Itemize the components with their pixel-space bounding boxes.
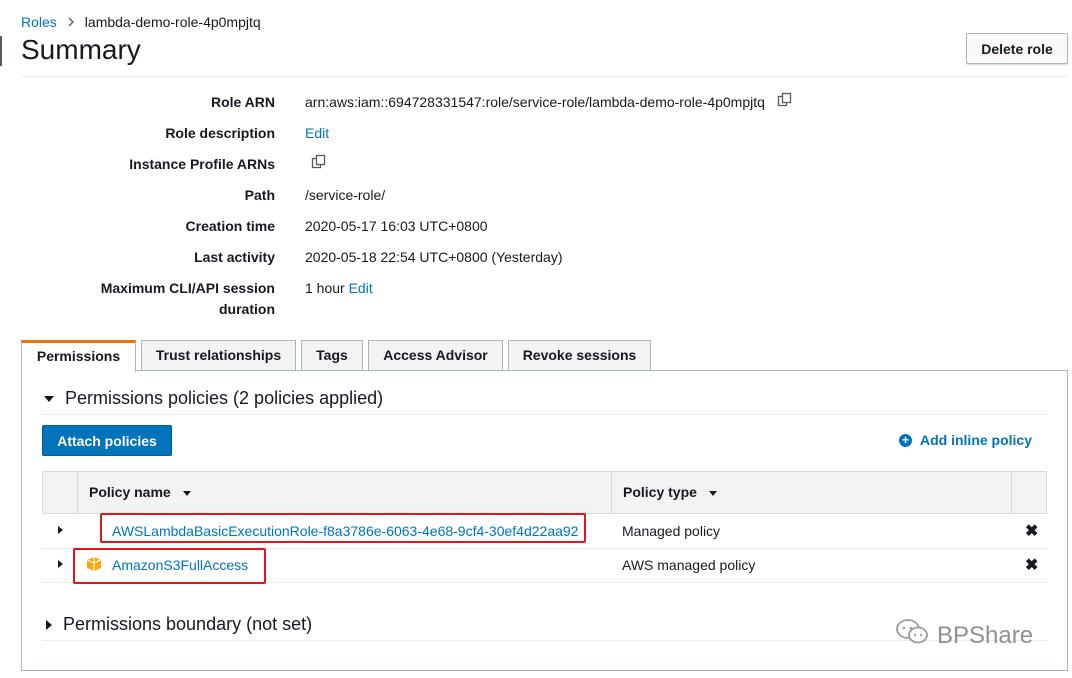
page-title: Summary xyxy=(21,34,141,65)
path-label: Path xyxy=(244,187,275,203)
max-session-value: 1 hour xyxy=(305,280,345,296)
max-session-label-line1: Maximum CLI/API session xyxy=(100,280,275,296)
max-session-label: Maximum CLI/API session duration xyxy=(101,278,275,320)
highlight-box xyxy=(73,548,266,584)
watermark: BPShare xyxy=(895,618,1033,653)
path-value: /service-role/ xyxy=(305,187,386,203)
caret-down-icon xyxy=(44,395,54,402)
column-policy-type[interactable]: Policy type xyxy=(623,472,717,513)
column-divider xyxy=(611,472,612,513)
max-session-value-wrap: 1 hour Edit xyxy=(305,278,373,299)
expand-row-icon[interactable] xyxy=(58,560,63,568)
tab-trust-relationships[interactable]: Trust relationships xyxy=(141,340,296,371)
attach-policies-button[interactable]: Attach policies xyxy=(42,425,172,456)
permissions-boundary-header[interactable]: Permissions boundary (not set) xyxy=(46,614,312,635)
add-inline-policy-label: Add inline policy xyxy=(920,432,1033,448)
divider xyxy=(42,414,1047,415)
permissions-policies-title: Permissions policies (2 policies applied… xyxy=(65,388,384,408)
copy-icon[interactable] xyxy=(777,92,793,114)
delete-role-button[interactable]: Delete role xyxy=(966,33,1068,64)
divider xyxy=(21,76,1068,77)
role-arn-value-wrap: arn:aws:iam::694728331547:role/service-r… xyxy=(305,92,793,114)
permissions-boundary-title: Permissions boundary (not set) xyxy=(63,614,313,634)
chevron-right-icon xyxy=(68,14,75,30)
breadcrumb-current: lambda-demo-role-4p0mpjtq xyxy=(84,14,261,30)
tab-access-advisor[interactable]: Access Advisor xyxy=(368,340,503,371)
caret-right-icon xyxy=(46,619,52,630)
sort-caret-icon xyxy=(708,490,717,496)
table-header: Policy name Policy type xyxy=(42,471,1047,514)
last-activity-label: Last activity xyxy=(194,249,275,265)
instance-profile-value xyxy=(303,154,327,176)
creation-time-value: 2020-05-17 16:03 UTC+0800 xyxy=(305,218,488,234)
role-description-label: Role description xyxy=(165,125,275,141)
breadcrumb: Roles lambda-demo-role-4p0mpjtq xyxy=(21,14,261,30)
remove-policy-icon[interactable]: ✖ xyxy=(1025,555,1038,575)
role-arn-value: arn:aws:iam::694728331547:role/service-r… xyxy=(305,94,765,110)
column-policy-type-label: Policy type xyxy=(623,484,697,500)
highlight-box xyxy=(100,513,586,543)
breadcrumb-roles-link[interactable]: Roles xyxy=(21,14,57,30)
add-inline-policy-link[interactable]: + Add inline policy xyxy=(899,432,1032,448)
edit-description-link[interactable]: Edit xyxy=(305,125,329,141)
creation-time-label: Creation time xyxy=(185,218,275,234)
column-policy-name-label: Policy name xyxy=(89,484,171,500)
plus-circle-icon: + xyxy=(899,433,912,447)
column-divider xyxy=(1011,472,1012,513)
instance-profile-label: Instance Profile ARNs xyxy=(129,156,275,172)
tab-tags[interactable]: Tags xyxy=(301,340,363,371)
max-session-label-line2: duration xyxy=(219,301,275,317)
last-activity-value: 2020-05-18 22:54 UTC+0800 (Yesterday) xyxy=(305,249,563,265)
column-divider xyxy=(77,472,78,513)
expand-row-icon[interactable] xyxy=(58,526,63,534)
permissions-policies-header[interactable]: Permissions policies (2 policies applied… xyxy=(44,388,383,409)
role-description-value: Edit xyxy=(305,123,329,144)
remove-policy-icon[interactable]: ✖ xyxy=(1025,521,1038,541)
chat-bubble-icon xyxy=(895,618,929,653)
copy-icon[interactable] xyxy=(311,154,327,176)
tab-permissions[interactable]: Permissions xyxy=(21,340,136,372)
sort-caret-icon xyxy=(182,490,191,496)
policy-type: AWS managed policy xyxy=(622,557,756,573)
window-edge xyxy=(0,36,2,66)
role-arn-label: Role ARN xyxy=(210,94,275,110)
tab-revoke-sessions[interactable]: Revoke sessions xyxy=(508,340,651,371)
edit-session-link[interactable]: Edit xyxy=(349,280,373,296)
column-policy-name[interactable]: Policy name xyxy=(89,472,191,513)
watermark-text: BPShare xyxy=(937,621,1034,649)
policy-type: Managed policy xyxy=(622,523,721,539)
